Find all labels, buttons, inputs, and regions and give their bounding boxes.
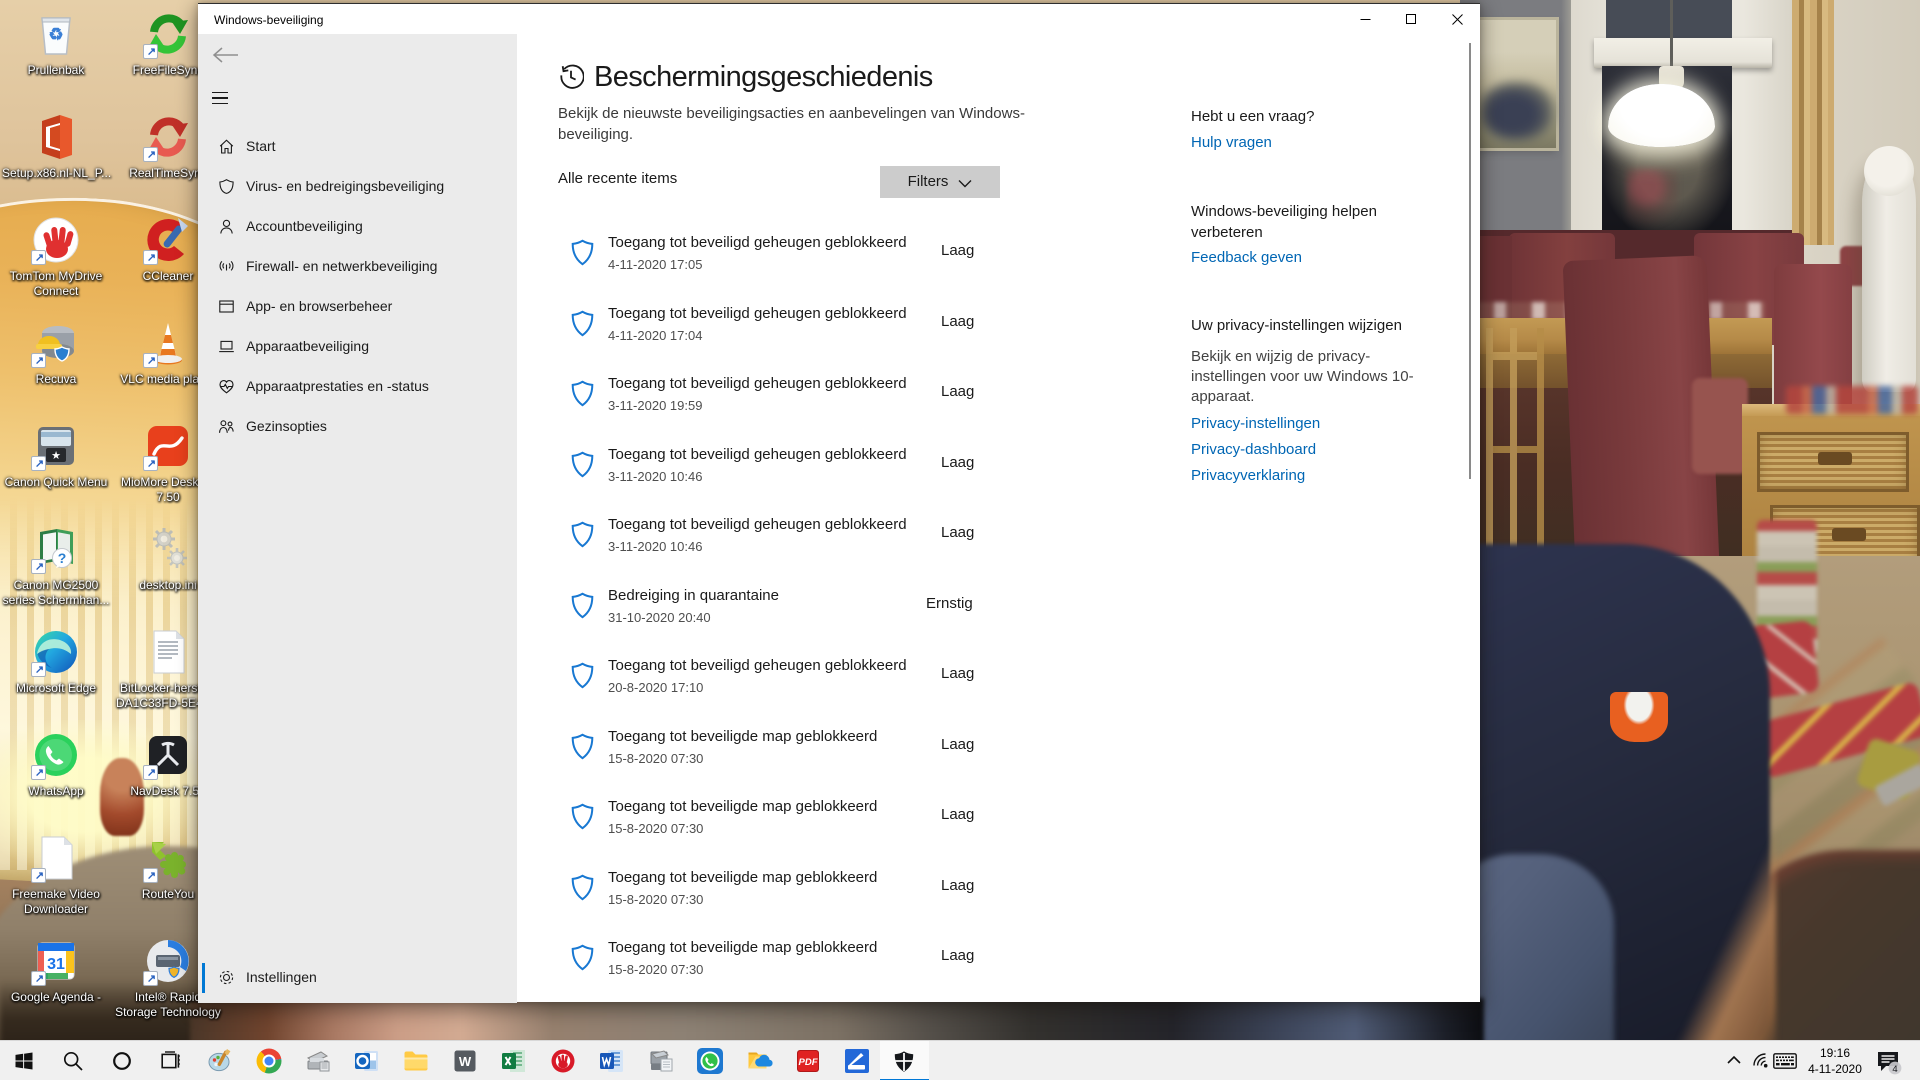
svg-text:31: 31 — [47, 956, 65, 973]
svg-text:4: 4 — [1892, 1064, 1897, 1075]
svg-text:★: ★ — [51, 450, 61, 462]
svg-text:♻: ♻ — [48, 25, 63, 44]
svg-text:W: W — [459, 1054, 472, 1069]
svg-text:?: ? — [58, 550, 67, 566]
svg-text:PDF: PDF — [799, 1057, 818, 1068]
